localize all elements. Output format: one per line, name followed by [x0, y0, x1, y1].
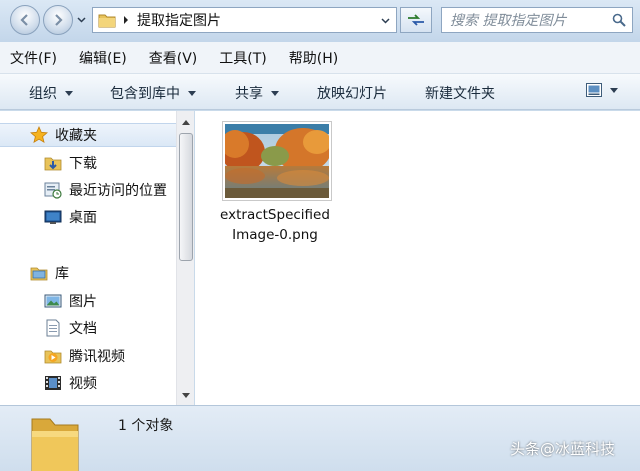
refresh-icon — [408, 14, 424, 26]
menu-edit[interactable]: 编辑(E) — [79, 48, 127, 68]
folder-icon — [98, 14, 116, 28]
scrollbar-thumb[interactable] — [179, 133, 193, 261]
folder-icon — [31, 418, 79, 471]
pictures-icon — [44, 294, 62, 308]
documents-icon — [46, 319, 60, 337]
menu-bar: 文件(F) 编辑(E) 查看(V) 工具(T) 帮助(H) — [0, 42, 640, 74]
organize-label: 组织 — [29, 86, 57, 102]
file-name-label[interactable]: extractSpecified Image-0.png — [213, 205, 337, 245]
search-icon[interactable] — [612, 13, 626, 27]
breadcrumb-current[interactable]: 提取指定图片 — [137, 10, 221, 30]
sidebar-item-favorites[interactable]: 收藏夹 — [0, 123, 176, 147]
navigation-scrollbar[interactable] — [176, 111, 194, 405]
address-field[interactable]: 提取指定图片 — [92, 7, 397, 33]
menu-tools[interactable]: 工具(T) — [219, 48, 266, 68]
arrow-right-icon — [55, 14, 63, 26]
share-label: 共享 — [235, 86, 263, 102]
chevron-down-icon — [610, 87, 618, 93]
include-in-library-button[interactable]: 包含到库中 — [110, 83, 196, 103]
address-dropdown-button[interactable] — [376, 10, 394, 30]
sidebar-item-label: 桌面 — [69, 210, 97, 226]
arrow-left-icon — [20, 14, 28, 26]
view-mode-icon — [586, 83, 602, 97]
status-bar: 1 个对象 头条@冰蓝科技 — [0, 405, 640, 471]
chevron-down-icon — [271, 90, 279, 96]
menu-help[interactable]: 帮助(H) — [289, 48, 338, 68]
sidebar-item-label: 收藏夹 — [55, 128, 97, 144]
sidebar-item-label: 视频 — [69, 376, 97, 392]
downloads-folder-icon — [44, 157, 62, 171]
change-view-button[interactable] — [586, 83, 618, 97]
organize-button[interactable]: 组织 — [29, 83, 73, 103]
menu-view[interactable]: 查看(V) — [149, 48, 198, 68]
file-list-pane: extractSpecified Image-0.png — [195, 111, 640, 405]
sidebar-item-desktop[interactable]: 桌面 — [0, 205, 97, 229]
search-placeholder: 搜索 提取指定图片 — [450, 13, 567, 29]
watermark: 头条@冰蓝科技 — [510, 440, 616, 458]
star-icon — [30, 126, 48, 144]
library-icon — [30, 267, 48, 281]
scroll-up-button[interactable] — [178, 114, 194, 130]
slideshow-button[interactable]: 放映幻灯片 — [317, 83, 387, 103]
sidebar-item-downloads[interactable]: 下载 — [0, 151, 97, 175]
new-folder-label: 新建文件夹 — [425, 86, 495, 102]
breadcrumb-chevron-icon[interactable] — [122, 15, 130, 25]
chevron-down-icon — [380, 17, 390, 24]
scroll-down-button[interactable] — [178, 387, 194, 403]
chevron-down-icon — [65, 90, 73, 96]
sidebar-item-label: 图片 — [69, 294, 97, 310]
menu-file[interactable]: 文件(F) — [10, 48, 57, 68]
sidebar-item-tencent-video[interactable]: 腾讯视频 — [0, 344, 125, 368]
sidebar-item-label: 下载 — [69, 156, 97, 172]
item-count: 1 个对象 — [118, 418, 174, 434]
desktop-icon — [44, 210, 62, 224]
slideshow-label: 放映幻灯片 — [317, 86, 387, 102]
recent-places-icon — [44, 182, 62, 199]
sidebar-item-label: 腾讯视频 — [69, 349, 125, 365]
command-bar: 组织 包含到库中 共享 放映幻灯片 新建文件夹 — [0, 74, 640, 110]
sidebar-item-libraries[interactable]: 库 — [0, 261, 69, 285]
navigation-pane: 收藏夹 下载 最近访问的位置 桌面 库 图片 文档 腾讯视频 视频 — [0, 111, 176, 405]
include-library-label: 包含到库中 — [110, 86, 180, 102]
sidebar-item-label: 最近访问的位置 — [69, 183, 167, 199]
videos-icon — [45, 376, 61, 390]
address-bar-area: 提取指定图片 搜索 提取指定图片 — [0, 0, 640, 42]
sidebar-item-recent-places[interactable]: 最近访问的位置 — [0, 178, 167, 202]
tencent-video-icon — [44, 350, 62, 364]
search-input[interactable]: 搜索 提取指定图片 — [441, 7, 633, 33]
recent-pages-chevron-icon[interactable] — [77, 15, 86, 24]
chevron-down-icon — [182, 392, 190, 398]
refresh-button[interactable] — [400, 7, 432, 33]
image-thumbnail[interactable] — [222, 121, 332, 201]
sidebar-item-label: 文档 — [69, 321, 97, 337]
sidebar-item-documents[interactable]: 文档 — [0, 316, 97, 340]
sidebar-item-pictures[interactable]: 图片 — [0, 289, 97, 313]
chevron-up-icon — [182, 119, 190, 125]
sidebar-item-videos[interactable]: 视频 — [0, 371, 97, 395]
sidebar-item-label: 库 — [55, 266, 69, 282]
autumn-landscape-thumbnail-icon — [225, 124, 329, 198]
new-folder-button[interactable]: 新建文件夹 — [425, 83, 495, 103]
share-button[interactable]: 共享 — [235, 83, 279, 103]
forward-button[interactable] — [43, 5, 73, 35]
back-button[interactable] — [10, 5, 40, 35]
chevron-down-icon — [188, 90, 196, 96]
